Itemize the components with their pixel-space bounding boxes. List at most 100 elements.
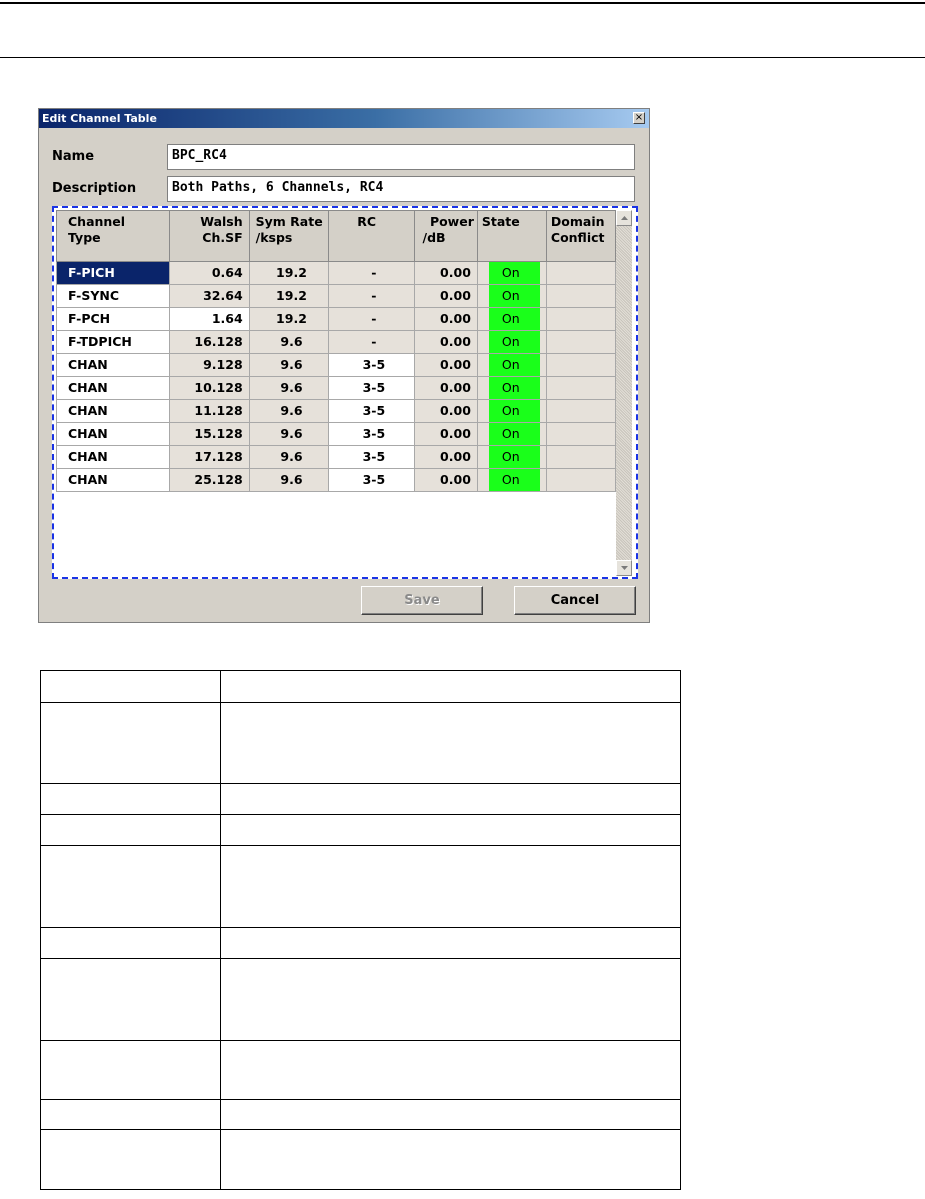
table-row[interactable]: F-PICH 0.64 19.2-0.00 On [56, 261, 616, 285]
scroll-down-icon[interactable] [616, 560, 632, 576]
walsh-code-cell[interactable]: 1.64 [168, 307, 250, 331]
name-input[interactable]: BPC_RC4 [167, 144, 635, 170]
state-cell[interactable]: On [476, 445, 547, 469]
domain-conflict-cell[interactable] [545, 353, 616, 377]
walsh-code-cell[interactable]: 17.128 [168, 445, 250, 469]
domain-conflict-cell[interactable] [545, 399, 616, 423]
domain-conflict-cell[interactable] [545, 422, 616, 446]
table-row[interactable]: CHAN 25.128 9.6 3-5 0.00 On [56, 468, 616, 492]
save-button[interactable]: Save [361, 586, 483, 615]
walsh-code-cell[interactable]: 32.64 [168, 284, 250, 308]
rc-cell[interactable]: 3-5 [328, 468, 415, 492]
table-row[interactable]: CHAN 11.128 9.6 3-5 0.00 On [56, 399, 616, 423]
state-cell[interactable]: On [476, 353, 547, 377]
table-row[interactable]: F-SYNC 32.64 19.2-0.00 On [56, 284, 616, 308]
walsh-code-cell[interactable]: 0.64 [168, 261, 250, 285]
rc-cell[interactable]: 3-5 [328, 445, 415, 469]
table-row[interactable]: F-TDPICH 16.128 9.6-0.00 On [56, 330, 616, 354]
walsh-code-cell[interactable]: 25.128 [168, 468, 250, 492]
state-on-indicator[interactable]: On [488, 446, 540, 468]
state-cell[interactable]: On [476, 307, 547, 331]
channel-type-cell[interactable]: F-PICH [56, 261, 170, 285]
column-header-power[interactable]: Power/dB [413, 210, 478, 262]
power-cell[interactable]: 0.00 [413, 284, 478, 308]
channel-type-cell[interactable]: F-SYNC [56, 284, 170, 308]
power-cell[interactable]: 0.00 [413, 399, 478, 423]
power-cell[interactable]: 0.00 [413, 468, 478, 492]
rc-cell[interactable]: - [328, 307, 415, 331]
rc-cell[interactable]: - [328, 330, 415, 354]
table-row[interactable]: CHAN 9.128 9.6 3-5 0.00 On [56, 353, 616, 377]
symbol-rate-cell[interactable]: 9.6 [248, 376, 330, 400]
column-header-domain-conflict[interactable]: Domain Conflict [545, 210, 616, 262]
symbol-rate-cell[interactable]: 9.6 [248, 422, 330, 446]
column-header-walsh[interactable]: Walsh Ch.SF [168, 210, 250, 262]
rc-cell[interactable]: - [328, 284, 415, 308]
channel-type-cell[interactable]: CHAN [56, 468, 170, 492]
power-cell[interactable]: 0.00 [413, 330, 478, 354]
state-on-indicator[interactable]: On [488, 377, 540, 399]
domain-conflict-cell[interactable] [545, 307, 616, 331]
symbol-rate-cell[interactable]: 9.6 [248, 468, 330, 492]
state-on-indicator[interactable]: On [488, 400, 540, 422]
symbol-rate-cell[interactable]: 9.6 [248, 445, 330, 469]
table-row[interactable]: CHAN 17.128 9.6 3-5 0.00 On [56, 445, 616, 469]
walsh-code-cell[interactable]: 16.128 [168, 330, 250, 354]
channel-type-cell[interactable]: CHAN [56, 422, 170, 446]
walsh-code-cell[interactable]: 10.128 [168, 376, 250, 400]
cancel-button[interactable]: Cancel [514, 586, 636, 615]
state-cell[interactable]: On [476, 284, 547, 308]
walsh-code-cell[interactable]: 9.128 [168, 353, 250, 377]
domain-conflict-cell[interactable] [545, 376, 616, 400]
vertical-scrollbar[interactable] [616, 210, 632, 576]
domain-conflict-cell[interactable] [545, 284, 616, 308]
state-on-indicator[interactable]: On [488, 354, 540, 376]
walsh-code-cell[interactable]: 15.128 [168, 422, 250, 446]
state-on-indicator[interactable]: On [488, 308, 540, 330]
column-header-sym-rate[interactable]: Sym Rate/ksps [248, 210, 330, 262]
close-icon[interactable]: × [633, 112, 645, 124]
power-cell[interactable]: 0.00 [413, 376, 478, 400]
state-cell[interactable]: On [476, 468, 547, 492]
walsh-code-cell[interactable]: 11.128 [168, 399, 250, 423]
domain-conflict-cell[interactable] [545, 445, 616, 469]
symbol-rate-cell[interactable]: 9.6 [248, 330, 330, 354]
table-row[interactable]: F-PCH 1.64 19.2-0.00 On [56, 307, 616, 331]
table-row[interactable]: CHAN 15.128 9.6 3-5 0.00 On [56, 422, 616, 446]
state-on-indicator[interactable]: On [488, 285, 540, 307]
power-cell[interactable]: 0.00 [413, 307, 478, 331]
state-on-indicator[interactable]: On [488, 469, 540, 491]
description-input[interactable]: Both Paths, 6 Channels, RC4 [167, 176, 635, 202]
domain-conflict-cell[interactable] [545, 330, 616, 354]
dialog-titlebar[interactable]: Edit Channel Table × [39, 109, 649, 128]
column-header-rc[interactable]: RC [328, 210, 415, 262]
state-on-indicator[interactable]: On [488, 262, 540, 284]
rc-cell[interactable]: 3-5 [328, 422, 415, 446]
channel-type-cell[interactable]: F-PCH [56, 307, 170, 331]
symbol-rate-cell[interactable]: 9.6 [248, 399, 330, 423]
column-header-channel-type[interactable]: Channel Type [56, 210, 170, 262]
domain-conflict-cell[interactable] [545, 468, 616, 492]
column-header-state[interactable]: State [476, 210, 547, 262]
symbol-rate-cell[interactable]: 19.2 [248, 284, 330, 308]
power-cell[interactable]: 0.00 [413, 445, 478, 469]
state-cell[interactable]: On [476, 422, 547, 446]
power-cell[interactable]: 0.00 [413, 261, 478, 285]
domain-conflict-cell[interactable] [545, 261, 616, 285]
state-on-indicator[interactable]: On [488, 423, 540, 445]
scroll-up-icon[interactable] [616, 210, 632, 226]
rc-cell[interactable]: 3-5 [328, 376, 415, 400]
symbol-rate-cell[interactable]: 9.6 [248, 353, 330, 377]
channel-type-cell[interactable]: CHAN [56, 399, 170, 423]
channel-type-cell[interactable]: F-TDPICH [56, 330, 170, 354]
channel-type-cell[interactable]: CHAN [56, 353, 170, 377]
state-cell[interactable]: On [476, 330, 547, 354]
state-cell[interactable]: On [476, 399, 547, 423]
state-on-indicator[interactable]: On [488, 331, 540, 353]
rc-cell[interactable]: - [328, 261, 415, 285]
state-cell[interactable]: On [476, 376, 547, 400]
channel-type-cell[interactable]: CHAN [56, 445, 170, 469]
symbol-rate-cell[interactable]: 19.2 [248, 307, 330, 331]
rc-cell[interactable]: 3-5 [328, 399, 415, 423]
channel-type-cell[interactable]: CHAN [56, 376, 170, 400]
